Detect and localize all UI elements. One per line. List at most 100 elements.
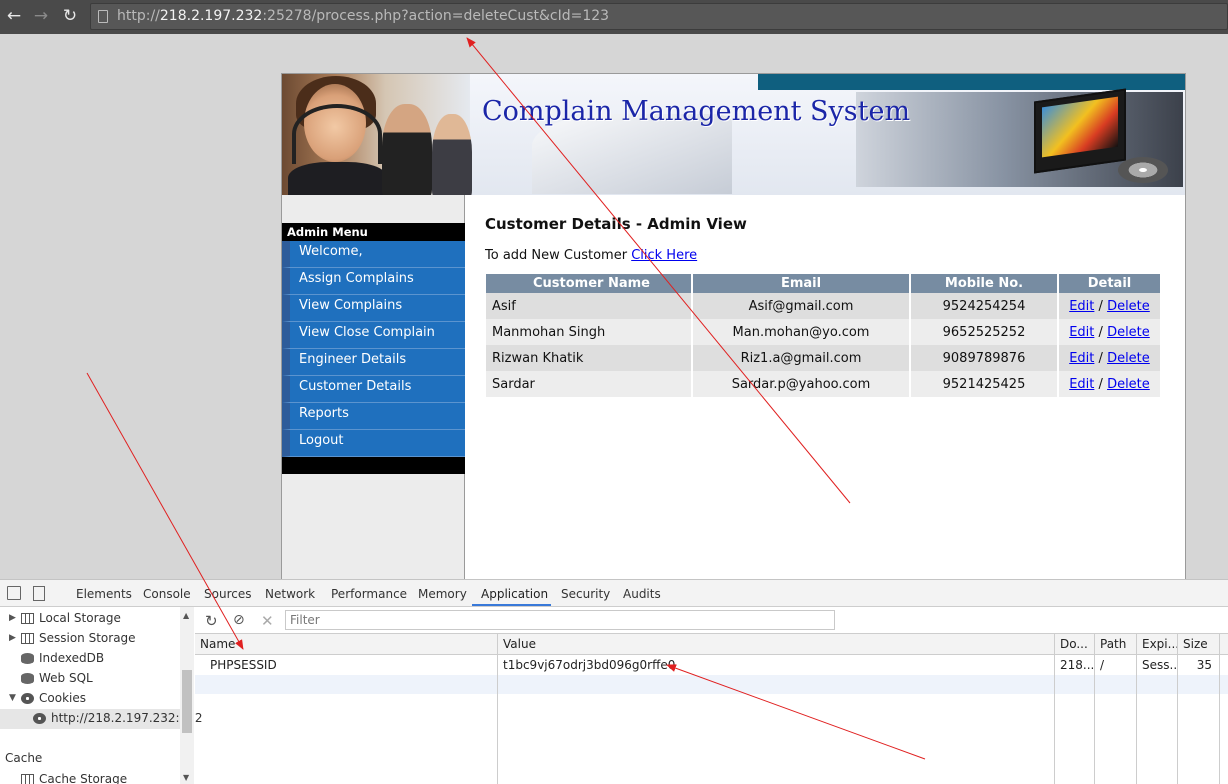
column-divider [1094,655,1095,784]
customer-mobile: 9524254254 [911,293,1059,319]
sidebar-item-cache-storage[interactable]: Cache Storage [0,770,180,784]
database-icon [21,673,34,684]
add-customer-line: To add New Customer Click Here [485,248,698,263]
back-arrow-icon[interactable]: ← [4,6,24,26]
sidebar-item-local-storage[interactable]: ▶ Local Storage [0,609,180,629]
column-divider [1219,655,1220,784]
menu-footer [282,457,465,474]
site-banner: Complain Management System [282,74,1185,195]
column-header-more [1220,634,1228,655]
edit-link[interactable]: Edit [1069,299,1094,314]
cookie-domain[interactable]: 218.... [1055,655,1095,675]
tab-application[interactable]: Application [481,587,548,601]
delete-link[interactable]: Delete [1107,377,1150,392]
menu-header: Admin Menu [282,223,465,241]
column-header-domain[interactable]: Do... [1055,634,1095,655]
customer-table: Customer Name Email Mobile No. Detail As… [486,274,1162,397]
column-header: Customer Name [486,274,693,293]
customer-mobile: 9089789876 [911,345,1059,371]
forward-arrow-icon[interactable]: → [31,6,51,26]
detail-cell: Edit / Delete [1059,319,1162,345]
customer-mobile: 9521425425 [911,371,1059,397]
address-bar[interactable]: http://218.2.197.232:25278/process.php?a… [90,3,1228,30]
delete-selected-icon[interactable]: ✕ [261,612,274,630]
cookie-path[interactable]: / [1095,655,1135,675]
column-header-value[interactable]: Value [498,634,1055,655]
inspect-icon[interactable] [7,586,21,600]
customer-name: Manmohan Singh [486,319,693,345]
table-row: Sardar Sardar.p@yahoo.com 9521425425 Edi… [486,371,1162,397]
cookie-icon [33,713,46,724]
sidebar-scrollbar[interactable]: ▲ ▼ [180,607,194,784]
menu-item-view-complains[interactable]: View Complains [282,295,465,322]
menu-item-assign-complains[interactable]: Assign Complains [282,268,465,295]
column-divider [1177,655,1178,784]
tab-sources[interactable]: Sources [204,587,251,601]
menu-item-logout[interactable]: Logout [282,430,465,457]
grid-icon [21,613,34,624]
column-header-path[interactable]: Path [1095,634,1137,655]
tab-security[interactable]: Security [561,587,610,601]
cache-section-header: Cache [5,751,43,765]
scrollbar-thumb[interactable] [182,670,192,733]
cookie-name[interactable]: PHPSESSID [205,655,495,675]
delete-link[interactable]: Delete [1107,325,1150,340]
edit-link[interactable]: Edit [1069,325,1094,340]
tab-console[interactable]: Console [143,587,191,601]
column-header: Email [693,274,911,293]
refresh-icon[interactable]: ↻ [205,612,218,630]
reload-icon[interactable]: ↻ [60,6,80,26]
scroll-down-icon[interactable]: ▼ [183,773,189,782]
expand-icon[interactable]: ▶ [9,613,16,623]
sidebar-item-web-sql[interactable]: Web SQL [0,669,180,689]
expand-icon[interactable]: ▶ [9,633,16,643]
collapse-icon[interactable]: ▼ [9,693,16,703]
cookie-value[interactable]: t1bc9vj67odrj3bd096g0rffe0 [498,655,1048,675]
database-icon [21,653,34,664]
cookie-size[interactable]: 35 [1178,655,1216,675]
menu-item-engineer-details[interactable]: Engineer Details [282,349,465,376]
customer-email: Man.mohan@yo.com [693,319,911,345]
call-center-image [282,74,472,195]
url-text[interactable]: http://218.2.197.232:25278/process.php?a… [117,8,609,24]
sidebar-item-cookies[interactable]: ▼ Cookies [0,689,180,709]
edit-link[interactable]: Edit [1069,377,1094,392]
site-title: Complain Management System [482,96,911,127]
sidebar-item-session-storage[interactable]: ▶ Session Storage [0,629,180,649]
column-divider [1054,655,1055,784]
menu-item-view-close-complain[interactable]: View Close Complain [282,322,465,349]
delete-link[interactable]: Delete [1107,351,1150,366]
column-header-size[interactable]: Size [1178,634,1220,655]
edit-link[interactable]: Edit [1069,351,1094,366]
tab-memory[interactable]: Memory [418,587,467,601]
tab-network[interactable]: Network [265,587,315,601]
clear-all-icon[interactable]: ⊘ [233,612,245,628]
device-toggle-icon[interactable] [33,586,45,601]
grid-icon [21,774,34,784]
column-header: Mobile No. [911,274,1059,293]
filter-input[interactable]: Filter [285,610,835,630]
cookie-expires[interactable]: Sess... [1137,655,1177,675]
scroll-up-icon[interactable]: ▲ [183,611,189,620]
cookies-table: Name Value Do... Path Expi... Size PHPSE… [195,634,1228,784]
table-row: Manmohan Singh Man.mohan@yo.com 96525252… [486,319,1162,345]
delete-link[interactable]: Delete [1107,299,1150,314]
column-header-expires[interactable]: Expi... [1137,634,1178,655]
main-content: Customer Details - Admin View To add New… [485,215,747,263]
menu-item-welcome[interactable]: Welcome, [282,241,465,268]
detail-cell: Edit / Delete [1059,293,1162,319]
sidebar-item-indexeddb[interactable]: IndexedDB [0,649,180,669]
admin-sidebar: Admin Menu Welcome, Assign Complains Vie… [282,195,465,583]
add-customer-link[interactable]: Click Here [631,248,697,263]
customer-name: Rizwan Khatik [486,345,693,371]
tab-performance[interactable]: Performance [331,587,407,601]
column-divider [1136,655,1137,784]
column-header-name[interactable]: Name [195,634,498,655]
tab-audits[interactable]: Audits [623,587,661,601]
tab-elements[interactable]: Elements [76,587,132,601]
menu-item-customer-details[interactable]: Customer Details [282,376,465,403]
sidebar-item-cookie-origin[interactable]: http://218.2.197.232:252 [0,709,203,729]
detail-cell: Edit / Delete [1059,345,1162,371]
customer-email: Asif@gmail.com [693,293,911,319]
menu-item-reports[interactable]: Reports [282,403,465,430]
